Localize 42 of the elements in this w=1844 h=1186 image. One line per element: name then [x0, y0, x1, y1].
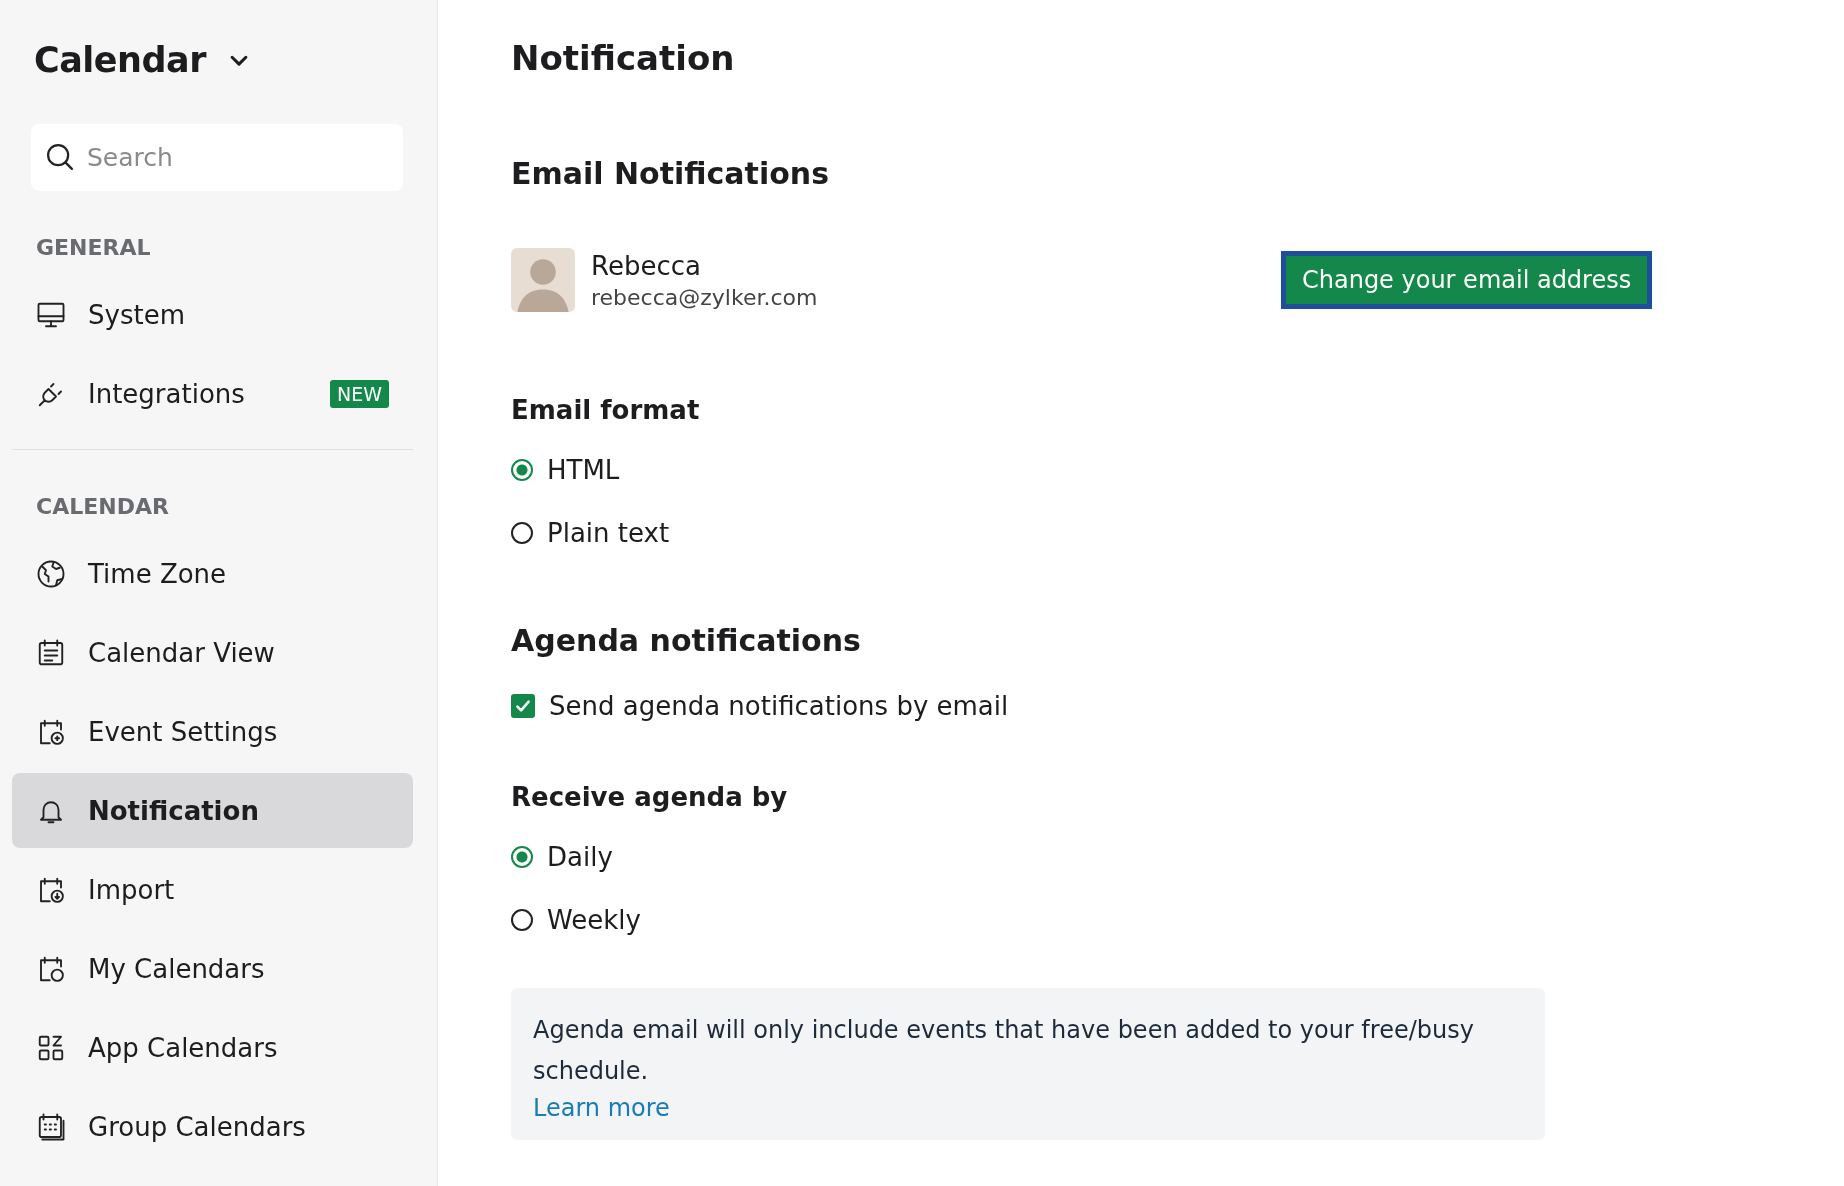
section-heading: Agenda notifications [511, 623, 862, 658]
calendar-grid-icon [36, 1111, 66, 1142]
nav-item[interactable]: Time Zone [12, 536, 413, 611]
field-label: Receive agenda by [511, 782, 789, 812]
nav-item[interactable]: Import [12, 852, 413, 927]
avatar-placeholder [511, 248, 575, 312]
nav-item[interactable]: App Calendars [12, 1010, 413, 1085]
section-heading: CALENDAR [36, 494, 170, 521]
option-label: Plain text [547, 518, 670, 548]
user-name: Rebecca [591, 250, 702, 281]
change-email-button[interactable]: Change your email address [1281, 251, 1653, 309]
checkbox-label: Send agenda notifications by email [549, 691, 1009, 721]
section-heading: Email Notifications [511, 156, 831, 191]
nav-item[interactable]: Group Calendars [12, 1089, 413, 1164]
radio-button[interactable] [511, 846, 533, 868]
new-badge: NEW [330, 379, 389, 408]
radio-option[interactable]: Plain text [511, 515, 1844, 551]
radio-button[interactable] [511, 459, 533, 481]
checkbox[interactable] [511, 694, 535, 718]
app-title: Calendar [34, 40, 206, 80]
calendar-list-icon [36, 637, 66, 668]
radio-option[interactable]: HTML [511, 452, 1844, 488]
nav-item[interactable]: System [12, 277, 413, 352]
radio-button[interactable] [511, 909, 533, 931]
learn-more-link[interactable]: Learn more [533, 1094, 670, 1122]
globe-icon [36, 558, 66, 589]
info-text: Agenda email will only include events that have been added to your free/busy schedule. [533, 1015, 1475, 1087]
nav-item[interactable]: Notification [12, 773, 413, 848]
nav-item[interactable]: Event Settings [12, 694, 413, 769]
user-email: rebecca@zylker.com [591, 284, 819, 310]
search-field[interactable]: Search [31, 124, 403, 191]
nav-item[interactable]: Integrations NEW [12, 356, 413, 431]
nav-item[interactable]: Calendar View [12, 615, 413, 690]
search-icon [45, 142, 75, 172]
radio-button[interactable] [511, 522, 533, 544]
nav-item[interactable]: My Calendars [12, 931, 413, 1006]
option-label: HTML [547, 455, 620, 485]
field-label: Email format [511, 395, 701, 425]
option-label: Daily [547, 842, 613, 872]
option-label: Weekly [547, 905, 641, 935]
page-title: Notification [511, 37, 736, 80]
section-heading: GENERAL [36, 235, 152, 262]
